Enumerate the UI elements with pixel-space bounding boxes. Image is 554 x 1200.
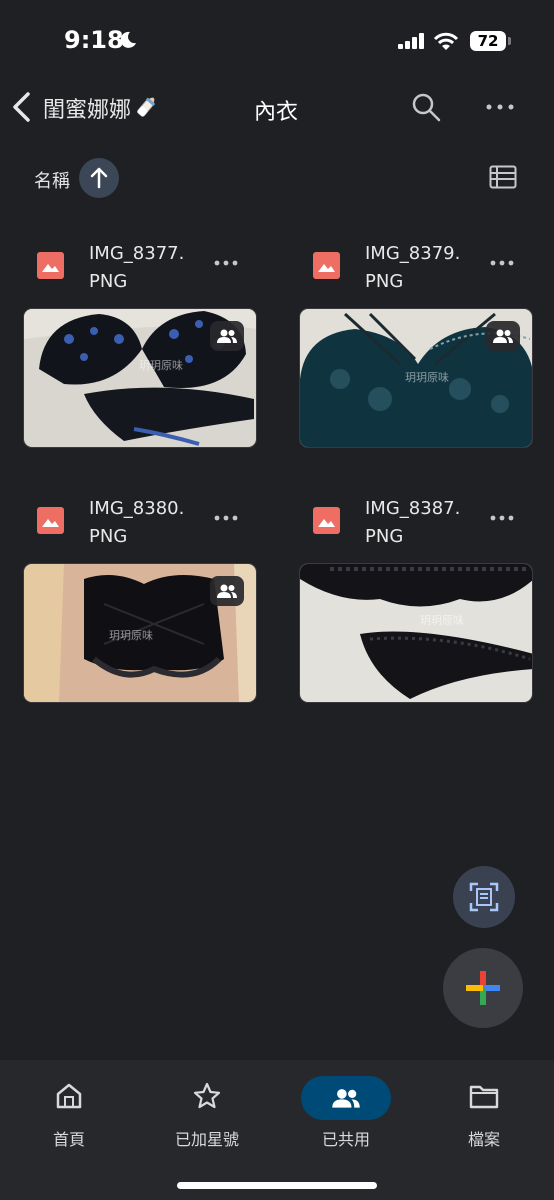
watermark-text: 玥玥原味 [139,359,183,372]
file-thumbnail[interactable]: 玥玥原味 [23,563,257,703]
nav-files-label: 檔案 [467,1130,500,1149]
wifi-icon [433,32,459,50]
shared-badge [486,321,520,351]
shared-badge [210,576,244,606]
list-view-icon[interactable] [489,165,517,189]
image-file-icon [313,507,340,534]
active-nav-indicator [301,1076,391,1120]
folder-icon [469,1085,499,1109]
parent-folder-name: 閨蜜娜娜 [43,98,132,123]
sort-by-name-label[interactable]: 名稱 [34,167,70,193]
watermark-text: 玥玥原味 [405,371,449,384]
file-name: IMG_8379. PNG [365,243,461,292]
file-more-options-icon[interactable] [213,258,239,268]
nav-starred[interactable]: 已加星號 [147,1070,267,1150]
home-indicator[interactable] [177,1182,377,1189]
battery-tip [508,37,511,45]
file-more-options-icon[interactable] [489,513,515,523]
file-name: IMG_8377. PNG [89,243,185,292]
nav-home[interactable]: 首頁 [9,1070,129,1150]
moon-icon [120,31,136,48]
scan-button[interactable] [453,866,515,928]
file-card[interactable]: IMG_8380. PNG 玥玥原味 [23,493,259,703]
watermark-text: 玥玥原味 [109,629,153,642]
bottom-navigation: 首頁 已加星號 已共用 檔案 [0,1060,554,1200]
shared-badge [210,321,244,351]
people-icon [217,329,237,343]
file-card[interactable]: IMG_8377. PNG 玥玥原味 [23,238,259,448]
people-icon [493,329,513,343]
drive-folder-screen: 9:18 72 閨蜜娜娜 內衣 名稱 IMG_8377. PNG 玥玥原味 IM… [0,0,554,1200]
nav-starred-label: 已加星號 [174,1130,239,1149]
new-button[interactable] [443,948,523,1028]
star-icon [193,1082,221,1109]
search-icon[interactable] [410,91,442,123]
document-scanner-icon [469,882,499,912]
file-thumbnail[interactable]: 玥玥原味 [23,308,257,448]
status-time: 9:18 [64,26,124,54]
battery-level: 72 [470,31,506,51]
file-name: IMG_8380. PNG [89,498,185,547]
nav-shared-label: 已共用 [321,1130,370,1149]
page-title: 內衣 [254,100,299,125]
plus-icon [466,971,500,1005]
nav-home-label: 首頁 [52,1130,85,1149]
file-more-options-icon[interactable] [213,513,239,523]
parent-folder-link[interactable]: 閨蜜娜娜 [43,92,161,124]
baby-bottle-icon [137,97,155,117]
sort-direction-button[interactable] [79,158,119,198]
people-icon [217,584,237,598]
file-thumbnail[interactable]: 玥玥原味 [299,308,533,448]
home-icon [56,1083,82,1109]
nav-files[interactable]: 檔案 [424,1070,544,1150]
watermark-text: 玥玥原味 [420,614,464,627]
back-arrow-icon[interactable] [10,91,34,123]
arrow-up-icon [90,167,108,189]
file-card[interactable]: IMG_8387. PNG 玥玥原味 [299,493,535,703]
file-name: IMG_8387. PNG [365,498,461,547]
file-more-options-icon[interactable] [489,258,515,268]
cellular-signal-icon [398,33,424,49]
nav-shared[interactable]: 已共用 [286,1070,406,1150]
file-thumbnail[interactable]: 玥玥原味 [299,563,533,703]
image-file-icon [37,252,64,279]
more-options-icon[interactable] [484,95,516,119]
image-file-icon [313,252,340,279]
file-card[interactable]: IMG_8379. PNG 玥玥原味 [299,238,535,448]
people-icon [332,1089,360,1108]
image-file-icon [37,507,64,534]
